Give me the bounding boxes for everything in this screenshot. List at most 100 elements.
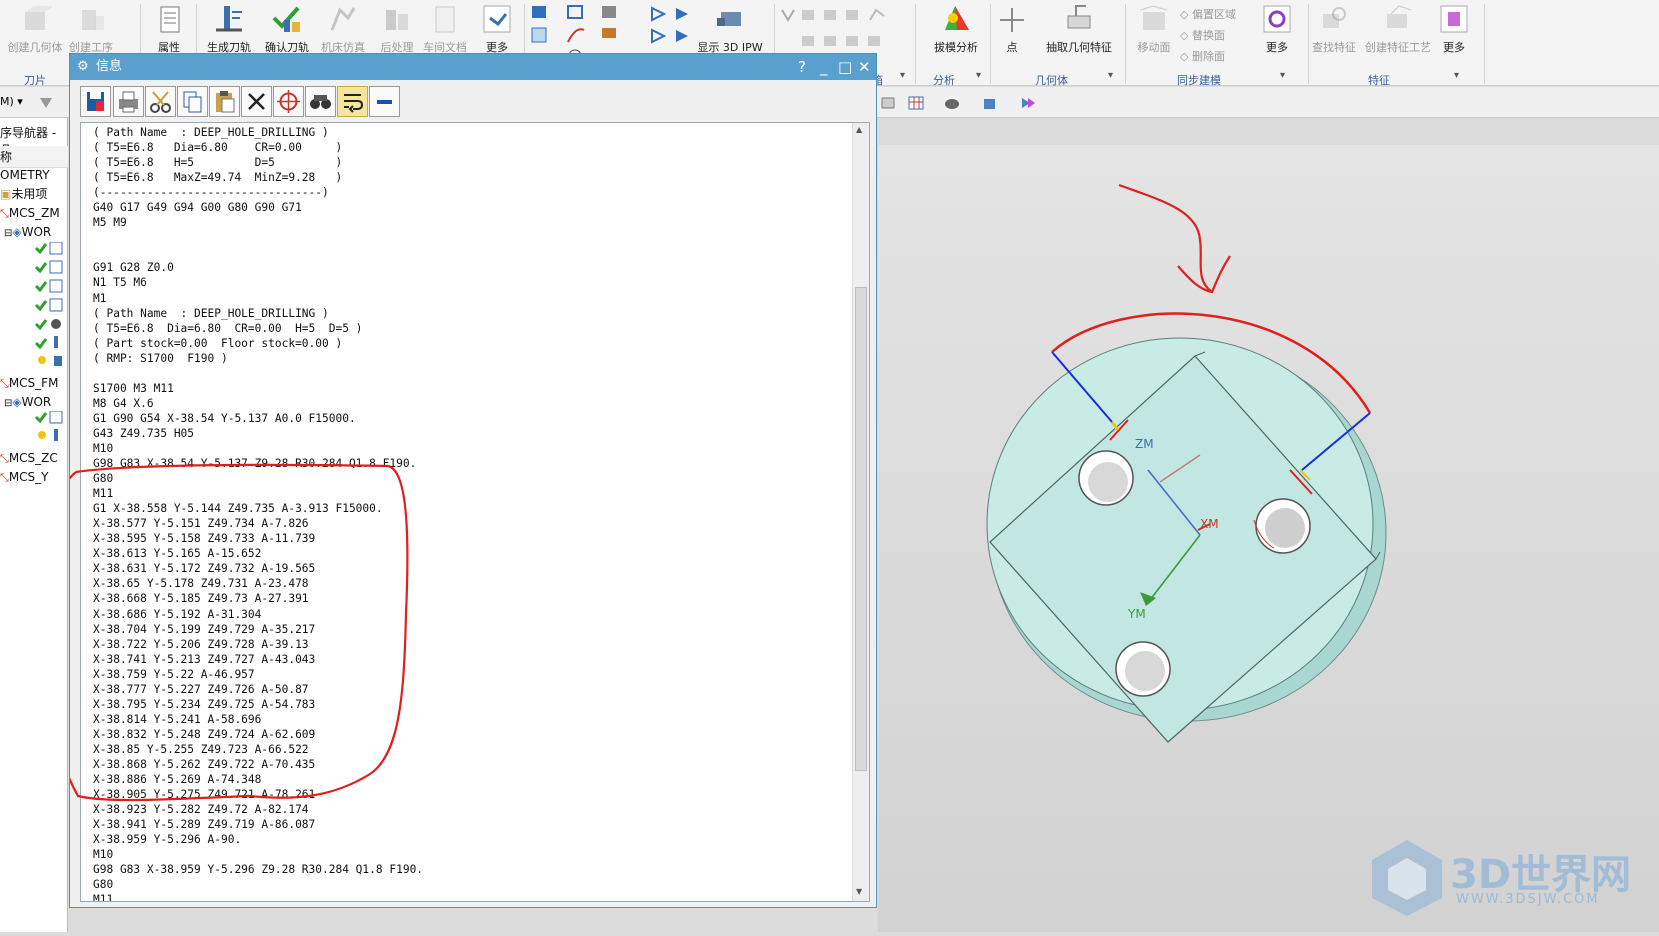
print-button[interactable] (113, 86, 144, 117)
dialog-titlebar[interactable]: ⚙ 信息 ? _ □ ✕ (70, 54, 876, 80)
mcs-axis-icon: ⤡ (0, 471, 9, 484)
copy-button[interactable] (177, 86, 208, 117)
tree-row-unused[interactable]: ▣未用项 (0, 184, 47, 204)
code-line: M10 (93, 848, 114, 862)
tree-row-mcs-fm[interactable]: ⤡MCS_FM (0, 373, 58, 393)
code-line: ( T5=E6.8 Dia=6.80 CR=0.00 H=5 D=5 ) (93, 321, 363, 335)
group-sync-modeling-label: 同步建模 (1177, 74, 1221, 87)
render-style-icon[interactable] (944, 95, 960, 109)
code-line: X-38.65 Y-5.178 Z49.731 A-23.478 (93, 577, 309, 591)
tree-row-mcs-zc[interactable]: ⤡MCS_ZC (0, 448, 58, 468)
code-line: X-38.595 Y-5.158 Z49.733 A-11.739 (93, 532, 316, 546)
tree-row-mcs-zm[interactable]: ⤡MCS_ZM (0, 203, 60, 223)
vertical-scrollbar[interactable]: ▲ ▼ (852, 123, 869, 901)
cut-button[interactable] (145, 86, 176, 117)
close-button[interactable]: ✕ (858, 54, 871, 80)
draft-analysis-button[interactable]: 拔模分析 (922, 4, 990, 55)
help-button[interactable]: ? (798, 54, 806, 80)
code-line: X-38.704 Y-5.199 Z49.729 A-35.217 (93, 622, 316, 636)
tree-row-workpiece-2[interactable]: ⊟◈WOR (4, 392, 51, 412)
dropdown-arrow[interactable]: ▾ (1454, 70, 1459, 81)
replace-face-item[interactable]: ◇ 替换面 (1180, 25, 1236, 46)
delete-face-item[interactable]: ◇ 删除面 (1180, 46, 1236, 67)
shop-documentation-icon (428, 4, 462, 36)
dropdown-arrow[interactable]: ▾ (976, 70, 981, 81)
view-orient-icon[interactable] (880, 95, 896, 109)
tree-row-mcs-y[interactable]: ⤡MCS_Y (0, 467, 49, 487)
word-wrap-button[interactable] (337, 86, 368, 117)
minimize-button[interactable]: _ (820, 54, 828, 80)
more-button-2[interactable]: 更多 (1248, 4, 1306, 55)
print-icon (119, 91, 138, 113)
grid-icon[interactable] (908, 95, 924, 110)
show-3d-ipw-button[interactable]: 显示 3D IPW (694, 4, 766, 55)
point-button[interactable]: 点 (988, 4, 1036, 55)
maximize-button[interactable]: □ (838, 54, 852, 80)
code-line: X-38.886 Y-5.269 A-74.348 (93, 773, 262, 787)
code-line: ( Path Name : DEEP_HOLE_DRILLING ) (93, 126, 329, 139)
generate-toolpath-button[interactable]: 生成刀轨 (198, 4, 260, 55)
code-line: ( T5=E6.8 H=5 D=5 ) (93, 156, 343, 170)
collapse-button[interactable] (369, 86, 400, 117)
code-line: M11 (93, 893, 114, 902)
machine-simulation-button[interactable]: 机床仿真 (312, 4, 374, 55)
extract-geometry-button[interactable]: 抽取几何特征 (1036, 4, 1122, 55)
mcs-axis-icon: ⤡ (0, 377, 9, 390)
tree-row-workpiece[interactable]: ⊟◈WOR (4, 222, 51, 242)
more-icon (1260, 4, 1294, 36)
code-line: M11 (93, 487, 114, 501)
workpiece-icon: ◈ (12, 395, 22, 409)
feature-mini-icons[interactable] (780, 6, 898, 56)
mcs-axis-icon: ⤡ (0, 207, 9, 220)
code-line: X-38.577 Y-5.151 Z49.734 A-7.826 (93, 517, 309, 531)
info-text-area[interactable]: ( Path Name : DEEP_HOLE_DRILLING )( T5=E… (80, 122, 870, 902)
create-operation-button[interactable]: 创建工序 (60, 4, 122, 55)
code-line: ( RMP: S1700 F190 ) (93, 351, 228, 365)
clear-button[interactable] (241, 86, 272, 117)
tree-row-geometry[interactable]: OMETRY (0, 165, 50, 185)
dialog-title: 信息 (96, 59, 123, 74)
offset-region-item[interactable]: ◇ 偏置区域 (1180, 4, 1236, 25)
find-button[interactable] (305, 86, 336, 117)
copy-icon (183, 91, 202, 113)
create-feature-process-button[interactable]: 创建特征工艺 (1360, 4, 1436, 55)
extract-geometry-icon (1062, 4, 1096, 36)
shaded-cube-icon[interactable] (982, 95, 998, 109)
scrollbar-thumb[interactable] (855, 287, 867, 771)
geometry-icon (18, 4, 54, 36)
group-tool-label: 刀片 (24, 74, 46, 87)
operation-check-rows[interactable] (30, 241, 68, 372)
code-line: ( T5=E6.8 MaxZ=49.74 MinZ=9.28 ) (93, 171, 343, 185)
find-feature-button[interactable]: 查找特征 (1306, 4, 1362, 55)
axis-label-xm: XM (1200, 517, 1219, 531)
more-icon (480, 4, 514, 36)
code-line: X-38.722 Y-5.206 Z49.728 A-39.13 (93, 637, 309, 651)
view-filter-dropdown[interactable]: M) ▾ (0, 95, 23, 108)
dropdown-arrow[interactable]: ▾ (1108, 70, 1113, 81)
graphics-viewport[interactable]: ZM XM YM (527, 145, 1659, 933)
code-line: ( Path Name : DEEP_HOLE_DRILLING ) (93, 306, 329, 320)
move-face-button[interactable]: 移动面 (1126, 4, 1182, 55)
find-target-button[interactable] (273, 86, 304, 117)
generate-toolpath-icon (212, 4, 246, 36)
code-line: X-38.795 Y-5.234 Z49.725 A-54.783 (93, 697, 316, 711)
properties-button[interactable]: 属性 (138, 4, 200, 55)
paste-button[interactable] (209, 86, 240, 117)
scroll-up-icon[interactable]: ▲ (856, 125, 862, 134)
verify-toolpath-button[interactable]: 确认刀轨 (256, 4, 318, 55)
visibility-icon[interactable] (1020, 95, 1036, 109)
code-line: X-38.777 Y-5.227 Z49.726 A-50.87 (93, 682, 309, 696)
dropdown-arrow[interactable]: ▾ (1280, 70, 1285, 81)
code-line: X-38.85 Y-5.255 Z49.723 A-66.522 (93, 742, 309, 756)
save-button[interactable] (80, 86, 111, 117)
select-filter-icon[interactable] (38, 95, 54, 109)
more-icon (1437, 4, 1471, 36)
dropdown-arrow[interactable]: ▾ (900, 70, 905, 81)
more-button-1[interactable]: 更多 (466, 4, 528, 55)
operation-check-rows-2[interactable] (30, 410, 68, 447)
scroll-down-icon[interactable]: ▼ (856, 887, 862, 896)
machine-simulation-icon (326, 4, 360, 36)
create-geometry-button[interactable]: 创建几何体 (4, 4, 66, 55)
scissors-icon (150, 91, 171, 113)
more-button-3[interactable]: 更多 (1426, 4, 1482, 55)
